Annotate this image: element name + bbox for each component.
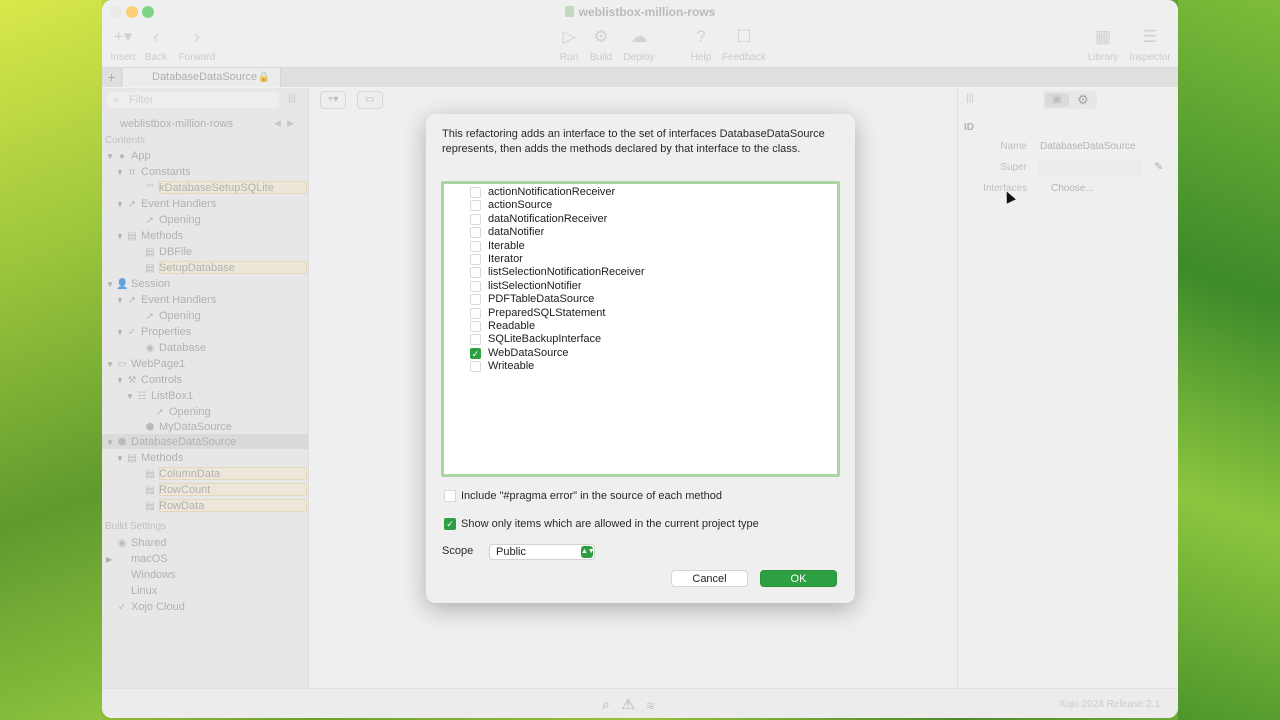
show-only-label: Show only items which are allowed in the… <box>461 518 759 530</box>
interface-name: Writeable <box>488 360 535 373</box>
interface-checkbox[interactable] <box>470 307 481 319</box>
interface-checkbox[interactable]: ✓ <box>470 347 481 359</box>
interface-checkbox[interactable] <box>470 321 481 332</box>
scope-label: Scope <box>442 545 474 557</box>
desktop-background-right <box>1178 0 1280 720</box>
show-only-checkbox[interactable]: ✓ <box>444 518 456 530</box>
include-pragma-checkbox[interactable] <box>444 490 456 502</box>
interface-name: listSelectionNotifier <box>488 279 582 292</box>
ok-button[interactable]: OK <box>760 570 837 587</box>
updown-chevron-icon: ▲▼ <box>581 546 595 558</box>
interface-name: Iterable <box>488 239 525 252</box>
interface-name: dataNotifier <box>488 226 545 239</box>
interface-name: SQLiteBackupInterface <box>488 333 602 346</box>
interface-checkbox[interactable] <box>470 280 481 292</box>
interface-name: dataNotificationReceiver <box>488 212 608 225</box>
interface-checkbox[interactable] <box>470 254 481 265</box>
interface-checkbox[interactable] <box>470 334 481 346</box>
interfaces-listbox[interactable]: actionNotificationReceiver actionSource da… <box>441 181 840 477</box>
interface-name: actionSource <box>488 199 553 212</box>
interface-name: actionNotificationReceiver <box>488 186 616 198</box>
interface-name: Readable <box>488 320 536 332</box>
interface-name: Iterator <box>488 253 523 265</box>
interface-checkbox[interactable] <box>470 187 481 198</box>
interface-checkbox[interactable] <box>470 361 481 373</box>
interface-name: PreparedSQLStatement <box>488 306 606 319</box>
interface-name: WebDataSource <box>488 346 569 359</box>
interface-checkbox[interactable] <box>470 227 481 239</box>
interface-checkbox[interactable] <box>470 213 481 225</box>
cancel-button[interactable]: Cancel <box>671 570 748 587</box>
dialog-message: This refactoring adds an interface to th… <box>442 128 825 155</box>
interface-checkbox[interactable] <box>470 240 481 252</box>
add-interface-dialog: This refactoring adds an interface to th… <box>426 114 855 603</box>
desktop-background-left <box>0 0 102 720</box>
interface-checkbox[interactable] <box>470 294 481 306</box>
interface-name: listSelectionNotificationReceiver <box>488 266 645 279</box>
include-pragma-label: Include "#pragma error" in the source of… <box>461 490 722 502</box>
scope-value: Public <box>496 546 526 558</box>
scope-popup[interactable]: Public ▲▼ <box>489 544 595 560</box>
interface-name: PDFTableDataSource <box>488 293 595 306</box>
interface-checkbox[interactable] <box>470 267 481 279</box>
interface-checkbox[interactable] <box>470 200 481 212</box>
